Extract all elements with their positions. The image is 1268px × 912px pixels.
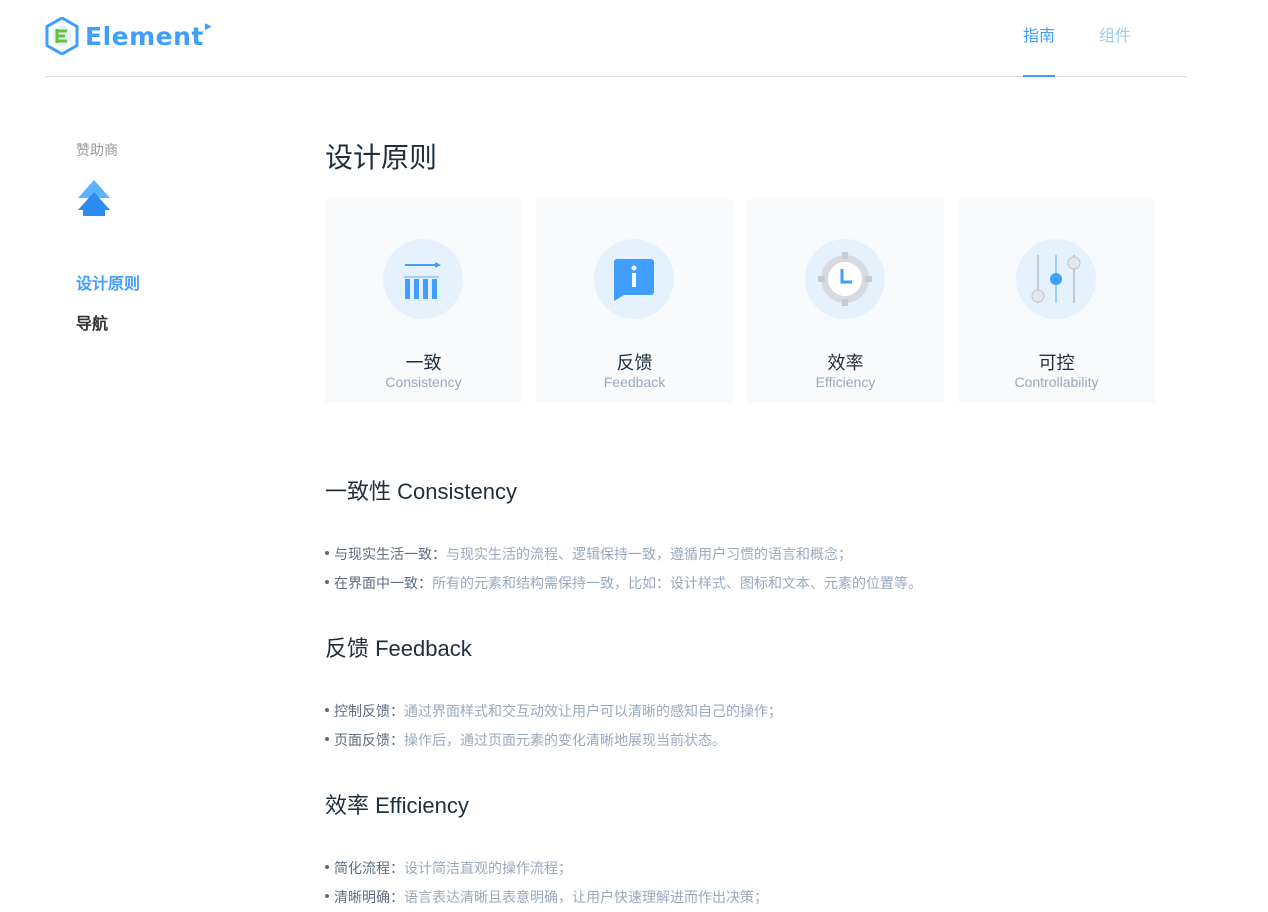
card-feedback: 反馈 Feedback xyxy=(536,199,733,403)
card-subtitle: Controllability xyxy=(1014,374,1099,390)
sidebar-item-navigation[interactable]: 导航 xyxy=(76,310,108,334)
efficiency-icon xyxy=(805,239,885,319)
card-title: 反馈 xyxy=(616,353,653,373)
card-title: 效率 xyxy=(827,353,864,373)
card-consistency: 一致 Consistency xyxy=(325,199,522,403)
section-heading: 反馈 Feedback xyxy=(325,636,472,661)
principle-list: 与现实生活一致：与现实生活的流程、逻辑保持一致，遵循用户习惯的语言和概念； 在界… xyxy=(325,540,922,598)
list-item: 与现实生活一致：与现实生活的流程、逻辑保持一致，遵循用户习惯的语言和概念； xyxy=(325,540,922,569)
brand-name: Element xyxy=(85,21,204,51)
card-subtitle: Efficiency xyxy=(815,374,876,390)
list-item: 清晰明确：语言表达清晰且表意明确，让用户快速理解进而作出决策； xyxy=(325,883,768,912)
sponsor-logo[interactable] xyxy=(76,178,112,218)
element-logo-icon xyxy=(45,17,79,55)
section-heading: 效率 Efficiency xyxy=(325,793,469,818)
card-subtitle: Feedback xyxy=(603,374,666,390)
section-consistency: 一致性 Consistency 与现实生活一致：与现实生活的流程、逻辑保持一致，… xyxy=(325,474,922,598)
list-item: 页面反馈：操作后，通过页面元素的变化清晰地展现当前状态。 xyxy=(325,726,782,755)
card-controllability: 可控 Controllability xyxy=(958,199,1155,403)
card-subtitle: Consistency xyxy=(385,374,462,390)
principle-list: 控制反馈：通过界面样式和交互动效让用户可以清晰的感知自己的操作； 页面反馈：操作… xyxy=(325,697,782,755)
nav-guide[interactable]: 指南 xyxy=(1022,0,1055,77)
list-item: 简化流程：设计简洁直观的操作流程； xyxy=(325,854,768,883)
element-logo[interactable]: Element ▶ xyxy=(45,16,212,56)
nav-components[interactable]: 组件 xyxy=(1099,0,1131,76)
sidebar-item-design-principles[interactable]: 设计原则 xyxy=(76,270,140,294)
list-item: 在界面中一致：所有的元素和结构需保持一致，比如：设计样式、图标和文本、元素的位置… xyxy=(325,569,922,598)
principle-cards: 一致 Consistency 反馈 Feedback 效率 Efficiency… xyxy=(325,199,1169,403)
page-title: 设计原则 xyxy=(325,142,438,173)
card-title: 一致 xyxy=(405,353,442,373)
brand-arrow-icon: ▶ xyxy=(204,20,212,31)
top-nav: 指南 组件 xyxy=(979,0,1131,77)
consistency-icon xyxy=(383,239,463,319)
list-item: 控制反馈：通过界面样式和交互动效让用户可以清晰的感知自己的操作； xyxy=(325,697,782,726)
principle-list: 简化流程：设计简洁直观的操作流程； 清晰明确：语言表达清晰且表意明确，让用户快速… xyxy=(325,854,768,912)
feedback-icon xyxy=(594,239,674,319)
sponsor-label: 赞助商 xyxy=(76,142,118,158)
sponsor-arrow-icon xyxy=(78,180,110,216)
section-feedback: 反馈 Feedback 控制反馈：通过界面样式和交互动效让用户可以清晰的感知自己… xyxy=(325,631,782,755)
controllability-icon xyxy=(1016,239,1096,319)
section-heading: 一致性 Consistency xyxy=(325,479,517,504)
section-efficiency: 效率 Efficiency 简化流程：设计简洁直观的操作流程； 清晰明确：语言表… xyxy=(325,788,768,912)
sidebar: 赞助商 设计原则 导航 xyxy=(76,140,256,333)
card-title: 可控 xyxy=(1038,353,1075,373)
top-header: Element ▶ 指南 组件 xyxy=(45,0,1187,77)
card-efficiency: 效率 Efficiency xyxy=(747,199,944,403)
